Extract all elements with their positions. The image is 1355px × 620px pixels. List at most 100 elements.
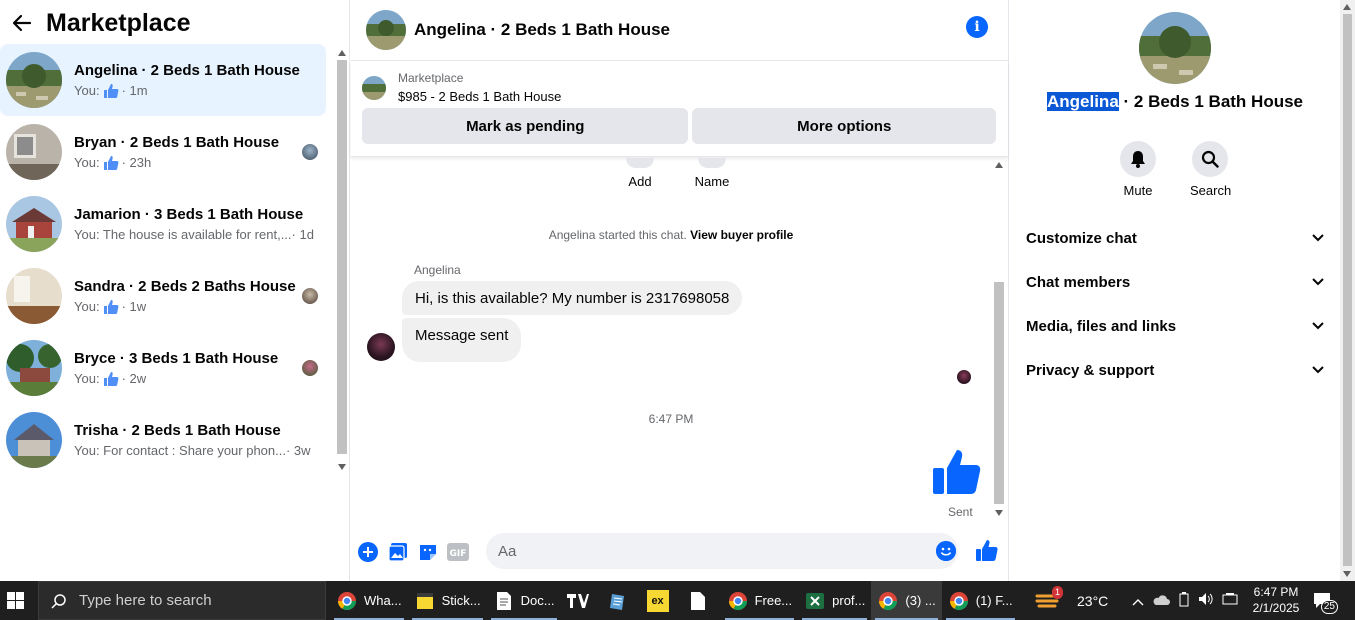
message-bubble[interactable]: Message sent [402, 318, 522, 362]
listing-price[interactable]: $985 - 2 Beds 1 Bath House [398, 89, 561, 104]
thumbs-up-icon [103, 83, 119, 98]
chat-title[interactable]: Angelina · 2 Beds 1 Bath House [414, 20, 670, 40]
thumbs-up-icon[interactable] [975, 539, 999, 563]
chat-panel: Angelina · 2 Beds 1 Bath House i Marketp… [351, 0, 1009, 581]
scroll-up-arrow[interactable] [1343, 4, 1351, 10]
menu-label: Chat members [1026, 273, 1131, 291]
network-icon[interactable] [1222, 592, 1238, 609]
customize-chat-item[interactable]: Customize chat [1010, 216, 1340, 260]
taskbar-app[interactable] [561, 581, 601, 620]
preview-text: You: The house is available for rent,... [74, 227, 292, 242]
view-buyer-profile-link[interactable]: View buyer profile [690, 228, 793, 242]
chat-header: Angelina · 2 Beds 1 Bath House i [351, 0, 1008, 61]
volume-icon[interactable] [1198, 592, 1214, 609]
windows-start-icon[interactable] [0, 581, 30, 620]
search-button[interactable]: Search [1190, 141, 1231, 198]
mark-pending-button[interactable]: Mark as pending [362, 108, 689, 144]
conversation-item[interactable]: Bryce · 3 Beds 1 Bath House You: · 2w [0, 332, 326, 404]
page-scrollbar[interactable] [1340, 0, 1355, 581]
profile-picture[interactable] [1139, 12, 1211, 84]
back-arrow-icon[interactable] [10, 11, 34, 35]
scroll-down-arrow[interactable] [1343, 571, 1351, 577]
listing-thumbnail [6, 268, 62, 324]
taskbar-app[interactable]: Doc... [487, 581, 561, 620]
tradingview-icon [566, 590, 589, 612]
conversation-item[interactable]: Sandra · 2 Beds 2 Baths House You: · 1w [0, 260, 326, 332]
menu-label: Privacy & support [1026, 361, 1155, 379]
weather-temperature[interactable]: 23°C [1077, 593, 1108, 609]
taskbar-app[interactable]: ex [641, 581, 681, 620]
weather-icon[interactable]: 1 [1035, 585, 1063, 612]
taskbar-app[interactable] [681, 581, 721, 620]
taskbar-app-label: Doc... [520, 593, 555, 608]
taskbar-app[interactable]: (3) ... [871, 581, 942, 620]
message-input[interactable] [486, 533, 958, 569]
taskbar-clock[interactable]: 6:47 PM 2/1/2025 [1246, 584, 1306, 616]
onedrive-icon[interactable] [1152, 593, 1171, 609]
taskbar-app-label: (3) ... [905, 593, 936, 608]
selected-name-text[interactable]: Angelina [1046, 92, 1119, 111]
scroll-down-arrow[interactable] [338, 464, 346, 470]
photo-icon[interactable] [387, 541, 409, 563]
conversation-preview: You: · 1m [74, 83, 326, 98]
taskbar-app[interactable]: Stick... [408, 581, 487, 620]
conversation-name: Bryce · 3 Beds 1 Bath House [74, 350, 279, 367]
preview-time: · 1w [121, 299, 147, 314]
listing-thumbnail [6, 124, 62, 180]
seen-indicator-avatar [957, 370, 971, 384]
name-action[interactable]: Name [688, 158, 736, 189]
taskbar-app[interactable]: (1) F... [942, 581, 1019, 620]
scroll-up-arrow[interactable] [338, 50, 346, 56]
scroll-up-arrow[interactable] [995, 162, 1003, 168]
svg-text:GIF: GIF [450, 549, 467, 559]
conversation-item[interactable]: Angelina · 2 Beds 1 Bath House You: · 1m [0, 44, 326, 116]
chat-scrollbar[interactable] [991, 158, 1007, 520]
sender-avatar[interactable] [367, 333, 395, 361]
sidebar-scrollbar[interactable] [334, 46, 348, 474]
emoji-icon[interactable] [936, 541, 956, 561]
chat-thumbnail[interactable] [366, 10, 406, 50]
name-icon [698, 158, 726, 168]
add-action[interactable]: Add [616, 158, 664, 189]
scrollbar-thumb[interactable] [1343, 14, 1352, 566]
chat-members-item[interactable]: Chat members [1010, 260, 1340, 304]
scroll-down-arrow[interactable] [995, 510, 1003, 516]
listing-thumbnail[interactable] [362, 75, 386, 100]
document-icon [493, 590, 515, 612]
profile-actions: Mute Search [1118, 141, 1231, 198]
chrome-icon [948, 590, 970, 612]
scrollbar-thumb[interactable] [337, 60, 347, 454]
message-timestamp: 6:47 PM [648, 412, 694, 426]
media-files-links-item[interactable]: Media, files and links [1010, 304, 1340, 348]
gif-icon[interactable]: GIF [447, 541, 469, 563]
conversation-item[interactable]: Bryan · 2 Beds 1 Bath House You: · 23h [0, 116, 326, 188]
notepad-icon [607, 590, 629, 612]
taskbar-search[interactable]: Type here to search [38, 581, 326, 620]
taskbar-app-label: prof... [832, 593, 866, 608]
buyer-avatar [302, 144, 318, 160]
privacy-support-item[interactable]: Privacy & support [1010, 348, 1340, 392]
taskbar-app[interactable]: Wha... [330, 581, 408, 620]
mute-label: Mute [1123, 183, 1153, 198]
conversation-item[interactable]: Trisha · 2 Beds 1 Bath House You: For co… [0, 404, 326, 476]
info-icon[interactable]: i [966, 16, 988, 38]
message-bubble[interactable]: Hi, is this available? My number is 2317… [402, 281, 743, 315]
more-options-button[interactable]: More options [692, 108, 996, 144]
plus-icon[interactable] [357, 541, 379, 563]
taskbar-app[interactable] [601, 581, 641, 620]
search-icon [1192, 141, 1228, 177]
taskbar-app[interactable]: Free... [721, 581, 799, 620]
mute-button[interactable]: Mute [1118, 141, 1158, 198]
sticker-icon[interactable] [417, 541, 439, 563]
profile-name: Angelina · 2 Beds 1 Bath House [1010, 92, 1340, 112]
conversation-item[interactable]: Jamarion · 3 Beds 1 Bath House You: The … [0, 188, 326, 260]
battery-icon[interactable] [1178, 591, 1190, 610]
taskbar-app[interactable]: prof... [798, 581, 871, 620]
notification-icon[interactable]: 25 [1312, 590, 1338, 614]
thumbs-up-icon [103, 371, 119, 386]
scrollbar-thumb[interactable] [994, 282, 1004, 504]
preview-time: · 1m [121, 83, 148, 98]
chevron-up-icon[interactable] [1132, 593, 1144, 609]
sent-thumbs-up-icon[interactable] [931, 446, 985, 500]
listing-thumbnail [6, 196, 62, 252]
